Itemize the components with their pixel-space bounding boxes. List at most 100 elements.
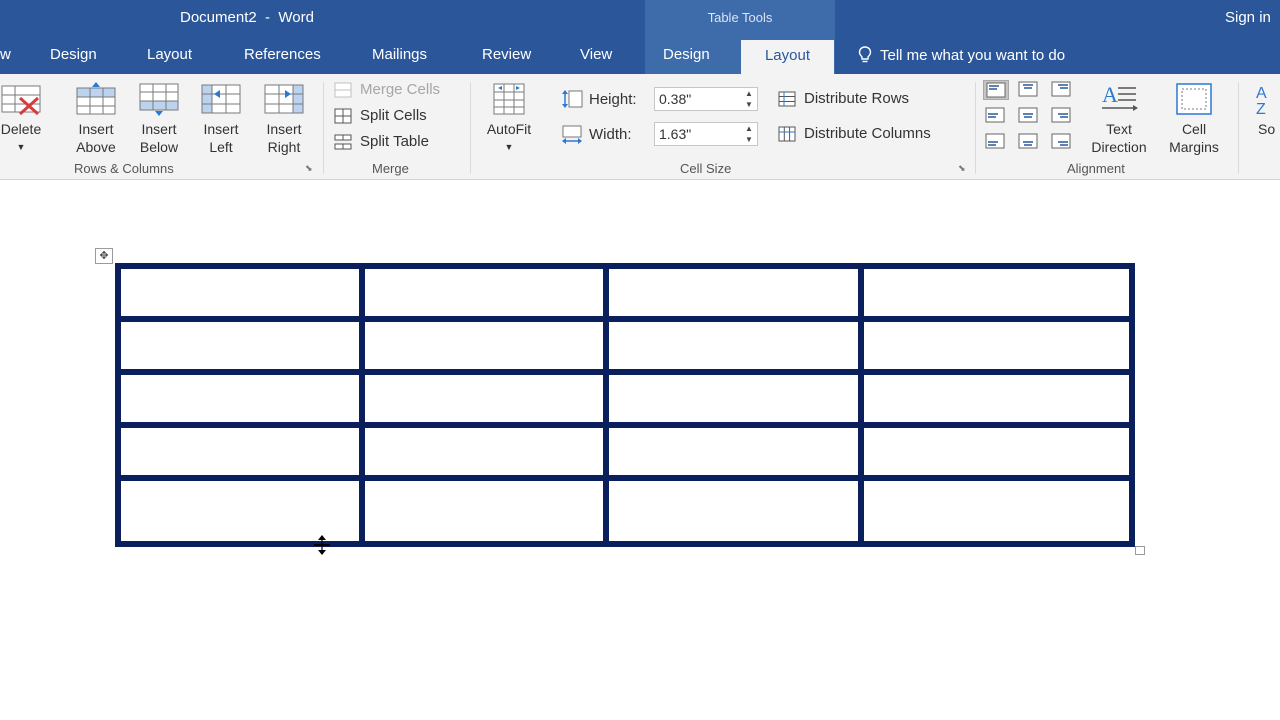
row-height-icon — [562, 90, 583, 108]
insert-left-button[interactable]: Insert Left — [196, 82, 246, 156]
table-cell[interactable] — [358, 422, 610, 481]
insert-right-label-1: Insert — [266, 121, 302, 137]
insert-above-label-1: Insert — [78, 121, 114, 137]
dialog-launcher-icon[interactable]: ⬊ — [305, 163, 315, 173]
split-cells-label: Split Cells — [360, 107, 427, 124]
table-cell[interactable] — [358, 475, 610, 547]
table-cell[interactable] — [603, 316, 864, 375]
table-move-handle-icon[interactable]: ✥ — [95, 248, 113, 264]
table-cell[interactable] — [857, 263, 1136, 322]
table-row — [115, 475, 1136, 547]
table-cell[interactable] — [358, 369, 610, 428]
align-top-center-icon[interactable] — [1016, 80, 1042, 100]
width-value: 1.63" — [659, 126, 692, 142]
split-table-button[interactable]: Split Table — [334, 133, 429, 150]
distribute-rows-label: Distribute Rows — [804, 90, 910, 107]
text-direction-label-2: Direction — [1091, 139, 1147, 155]
tab-mailings[interactable]: Mailings — [372, 46, 427, 63]
cell-margins-button[interactable]: Cell Margins — [1160, 82, 1228, 156]
align-middle-left-icon[interactable] — [983, 106, 1009, 126]
table-cell[interactable] — [358, 316, 610, 375]
table-row — [115, 316, 1136, 375]
align-bottom-right-icon[interactable] — [1049, 132, 1075, 152]
tab-table-design[interactable]: Design — [663, 46, 710, 63]
distribute-columns-icon — [778, 126, 796, 141]
split-cells-button[interactable]: Split Cells — [334, 107, 427, 124]
align-bottom-left-icon[interactable] — [983, 132, 1009, 152]
insert-left-label-1: Insert — [203, 121, 239, 137]
lightbulb-icon — [858, 46, 872, 63]
table-cell[interactable] — [857, 369, 1136, 428]
tab-design[interactable]: Design — [50, 46, 97, 63]
tab-table-layout[interactable]: Layout — [741, 40, 834, 74]
distribute-rows-button[interactable]: Distribute Rows — [778, 90, 909, 107]
document-table[interactable] — [115, 263, 1136, 547]
sort-icon: AZ — [1256, 85, 1267, 116]
insert-left-icon — [201, 84, 241, 114]
delete-button[interactable]: Delete ▼ — [0, 82, 46, 156]
svg-text:A: A — [1102, 82, 1118, 107]
merge-cells-label: Merge Cells — [360, 81, 441, 98]
tab-references[interactable]: References — [244, 46, 321, 63]
merge-cells-icon — [334, 82, 352, 97]
split-table-icon — [334, 134, 352, 149]
insert-above-button[interactable]: Insert Above — [70, 82, 122, 156]
insert-right-button[interactable]: Insert Right — [258, 82, 310, 156]
tell-me-label: Tell me what you want to do — [880, 46, 1066, 64]
autofit-label: AutoFit — [486, 121, 532, 137]
text-direction-button[interactable]: A Text Direction — [1082, 82, 1156, 156]
tab-partial-view[interactable]: w — [0, 46, 11, 63]
table-cell[interactable] — [857, 475, 1136, 547]
tab-layout[interactable]: Layout — [147, 46, 192, 63]
height-label: Height: — [561, 89, 637, 109]
table-cell[interactable] — [115, 369, 365, 428]
merge-cells-button[interactable]: Merge Cells — [334, 81, 440, 98]
merge-group-label: Merge — [372, 161, 409, 176]
tab-view[interactable]: View — [580, 46, 612, 63]
dialog-launcher-icon[interactable]: ⬊ — [958, 163, 968, 173]
table-cell[interactable] — [115, 422, 365, 481]
table-cell[interactable] — [603, 369, 864, 428]
table-cell[interactable] — [115, 263, 365, 322]
delete-label: Delete — [0, 121, 42, 137]
cell-margins-label-1: Cell — [1181, 121, 1207, 137]
split-table-label: Split Table — [360, 133, 429, 150]
align-middle-right-icon[interactable] — [1049, 106, 1075, 126]
insert-left-label-2: Left — [209, 139, 233, 155]
insert-below-label-2: Below — [139, 139, 179, 155]
distribute-columns-button[interactable]: Distribute Columns — [778, 125, 931, 142]
insert-below-button[interactable]: Insert Below — [133, 82, 185, 156]
table-resize-handle[interactable] — [1135, 546, 1145, 555]
svg-text:A: A — [1256, 85, 1267, 102]
table-cell[interactable] — [603, 422, 864, 481]
height-value: 0.38" — [659, 91, 692, 107]
tab-review[interactable]: Review — [482, 46, 531, 63]
spinner-arrows-icon[interactable]: ▲ ▼ — [744, 88, 754, 110]
insert-below-icon — [139, 83, 179, 116]
spinner-arrows-icon[interactable]: ▲ ▼ — [744, 123, 754, 145]
table-cell[interactable] — [358, 263, 610, 322]
table-cell[interactable] — [603, 475, 864, 547]
chevron-down-icon: ▼ — [16, 142, 26, 152]
align-bottom-center-icon[interactable] — [1016, 132, 1042, 152]
insert-right-icon — [264, 84, 304, 114]
align-top-left-icon[interactable] — [983, 80, 1009, 100]
table-cell[interactable] — [857, 422, 1136, 481]
sort-button[interactable]: AZ So — [1252, 82, 1280, 138]
sign-in-link[interactable]: Sign in — [1225, 9, 1271, 26]
group-divider — [975, 82, 976, 174]
table-row — [115, 369, 1136, 428]
width-label: Width: — [561, 124, 632, 144]
height-spinner[interactable]: 0.38" ▲ ▼ — [654, 87, 758, 111]
cell-margins-label-2: Margins — [1169, 139, 1219, 155]
width-spinner[interactable]: 1.63" ▲ ▼ — [654, 122, 758, 146]
tell-me-search[interactable]: Tell me what you want to do — [858, 46, 1065, 64]
autofit-button[interactable]: AutoFit ▼ — [479, 82, 539, 156]
table-cell[interactable] — [603, 263, 864, 322]
table-cell[interactable] — [115, 316, 365, 375]
align-top-right-icon[interactable] — [1049, 80, 1075, 100]
width-label-text: Width: — [589, 125, 632, 143]
align-middle-center-icon[interactable] — [1016, 106, 1042, 126]
table-cell[interactable] — [857, 316, 1136, 375]
distribute-columns-label: Distribute Columns — [804, 125, 931, 142]
